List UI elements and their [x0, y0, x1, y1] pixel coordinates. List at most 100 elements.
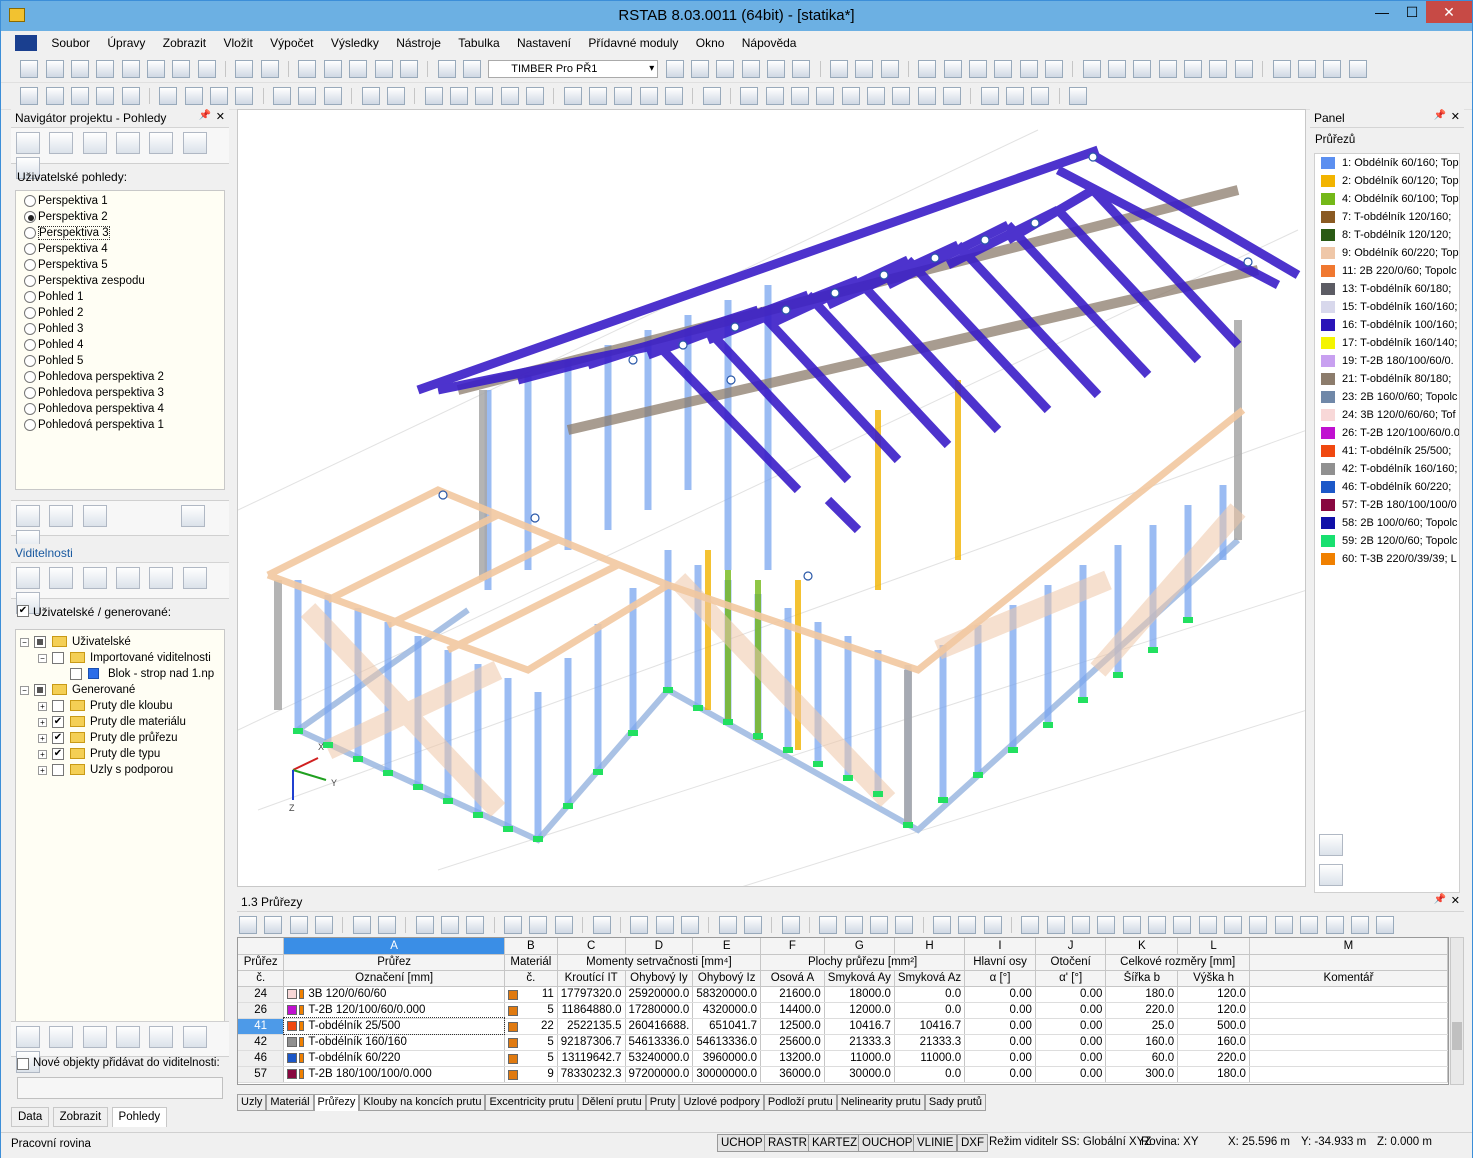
- value-cell[interactable]: 10416.7: [824, 1018, 895, 1035]
- support-reactions-icon[interactable]: [880, 60, 899, 78]
- view-item[interactable]: Pohled 1: [16, 289, 224, 305]
- radio-button[interactable]: [24, 259, 36, 271]
- view-item[interactable]: Pohledova perspektiva 4: [16, 401, 224, 417]
- table-ab-icon[interactable]: [933, 916, 951, 934]
- prev-icon[interactable]: [665, 60, 684, 78]
- select-window-icon[interactable]: [386, 87, 405, 105]
- module-combo[interactable]: TIMBER Pro PŘ1: [488, 60, 659, 78]
- guidelines-toggle[interactable]: VLINIE: [913, 1134, 958, 1152]
- value-cell[interactable]: 300.0: [1105, 1066, 1179, 1083]
- value-cell[interactable]: 3960000.0: [692, 1050, 762, 1067]
- new-objects-checkbox[interactable]: [17, 1058, 29, 1070]
- value-cell[interactable]: 36000.0: [760, 1066, 825, 1083]
- value-cell[interactable]: 54613336.0: [692, 1034, 762, 1051]
- visibility-6-icon[interactable]: [182, 567, 207, 589]
- menu-okno[interactable]: Okno: [689, 32, 732, 54]
- scrollbar-thumb[interactable]: [1452, 1022, 1462, 1050]
- menu-nastroje[interactable]: Nástroje: [389, 32, 448, 54]
- value-cell[interactable]: 30000.0: [824, 1066, 895, 1083]
- mirror-icon[interactable]: [1133, 60, 1152, 78]
- tab-pohledy[interactable]: Pohledy: [111, 1107, 168, 1127]
- view-item[interactable]: Pohled 4: [16, 337, 224, 353]
- table-paste-icon[interactable]: [680, 916, 699, 934]
- table-grid-icon[interactable]: [743, 916, 762, 934]
- value-cell[interactable]: 220.0: [1177, 1050, 1250, 1067]
- pdf-export-icon[interactable]: [1348, 60, 1367, 78]
- value-cell[interactable]: 120.0: [1177, 1002, 1250, 1019]
- material-cell[interactable]: 5: [504, 1050, 558, 1067]
- view-z-icon[interactable]: [500, 87, 519, 105]
- table-insert-icon[interactable]: [264, 916, 283, 934]
- member-icon[interactable]: [45, 87, 64, 105]
- value-cell[interactable]: 21333.3: [824, 1034, 895, 1051]
- select-icon[interactable]: [361, 87, 380, 105]
- radio-button[interactable]: [24, 387, 36, 399]
- section-name-cell[interactable]: T-2B 120/100/60/0.000: [283, 1002, 505, 1019]
- section-library-icon[interactable]: [1021, 916, 1040, 934]
- section-hem-icon[interactable]: [1122, 916, 1141, 934]
- tree-4-icon[interactable]: [116, 1026, 141, 1048]
- table-fx-clear-icon[interactable]: [983, 916, 1002, 934]
- view-minus-x-icon[interactable]: [16, 132, 40, 154]
- export-icon[interactable]: [1272, 60, 1291, 78]
- global-axes-icon[interactable]: [588, 87, 607, 105]
- visibility-2-icon[interactable]: [49, 567, 74, 589]
- col-letter[interactable]: D: [625, 938, 694, 955]
- material-cell[interactable]: 22: [504, 1018, 558, 1035]
- member-results-icon[interactable]: [855, 60, 874, 78]
- table-filter-icon[interactable]: [315, 916, 334, 934]
- view-item[interactable]: Perspektiva zespodu: [16, 273, 224, 289]
- new-file-icon[interactable]: [20, 60, 39, 78]
- view-item[interactable]: Pohledova perspektiva 2: [16, 369, 224, 385]
- section-qro-icon[interactable]: [1148, 916, 1167, 934]
- menu-soubor[interactable]: Soubor: [44, 32, 97, 54]
- table-find-icon[interactable]: [529, 916, 548, 934]
- tree-checkbox[interactable]: [34, 684, 46, 696]
- tree-2-icon[interactable]: [49, 1026, 74, 1048]
- calculate-icon[interactable]: [323, 60, 342, 78]
- col-letter[interactable]: L: [1177, 938, 1250, 955]
- tree-node[interactable]: Blok - strop nad 1.np: [16, 666, 224, 682]
- copy-icon[interactable]: [1019, 60, 1038, 78]
- radio-button[interactable]: [24, 275, 36, 287]
- table-import-icon[interactable]: [895, 916, 914, 934]
- table-icon[interactable]: [437, 60, 456, 78]
- table-scrollbar[interactable]: [1450, 937, 1464, 1085]
- sheet-tab[interactable]: Excentricity prutu: [485, 1094, 578, 1111]
- dxf-toggle[interactable]: DXF: [957, 1134, 988, 1152]
- sheet-tab[interactable]: Uzly: [237, 1094, 267, 1111]
- tree-6-icon[interactable]: [182, 1026, 207, 1048]
- value-cell[interactable]: 500.0: [1177, 1018, 1250, 1035]
- section-name-cell[interactable]: T-2B 180/100/100/0.000: [283, 1066, 505, 1083]
- maximize-button[interactable]: ☐: [1397, 1, 1427, 23]
- visibility-checkbox[interactable]: ✔: [17, 605, 29, 617]
- save-all-icon[interactable]: [96, 60, 115, 78]
- table-undo-icon[interactable]: [415, 916, 434, 934]
- value-cell[interactable]: 30000000.0: [692, 1066, 762, 1083]
- member-axes-icon[interactable]: [614, 87, 633, 105]
- expand-icon[interactable]: +: [38, 750, 47, 759]
- col-letter[interactable]: C: [557, 938, 626, 955]
- table-select-icon[interactable]: [504, 916, 523, 934]
- pdf-icon[interactable]: [1323, 60, 1342, 78]
- value-cell[interactable]: 0.00: [1035, 986, 1107, 1003]
- pin-icon[interactable]: 📌: [199, 110, 211, 121]
- save-icon[interactable]: [121, 60, 140, 78]
- section-l-icon[interactable]: [1249, 916, 1268, 934]
- section-name-cell[interactable]: T-obdélník 60/220: [283, 1050, 505, 1067]
- tree-node[interactable]: + Pruty dle kloubu: [16, 698, 224, 714]
- tree-checkbox[interactable]: ✔: [52, 732, 64, 744]
- menu-vypocet[interactable]: Výpočet: [263, 32, 320, 54]
- value-cell[interactable]: 25920000.0: [625, 986, 694, 1003]
- value-cell[interactable]: 25600.0: [760, 1034, 825, 1051]
- radio-button[interactable]: [24, 211, 36, 223]
- apply-view-icon[interactable]: [82, 505, 107, 527]
- menu-upravy[interactable]: Úpravy: [100, 32, 152, 54]
- tree-3-icon[interactable]: [82, 1026, 107, 1048]
- value-cell[interactable]: 12000.0: [824, 1002, 895, 1019]
- row-number[interactable]: 26: [238, 1002, 285, 1019]
- col-letter[interactable]: B: [504, 938, 558, 955]
- search-icon[interactable]: [716, 60, 735, 78]
- model-check-icon[interactable]: [1184, 60, 1203, 78]
- tree-node[interactable]: + ✔ Pruty dle materiálu: [16, 714, 224, 730]
